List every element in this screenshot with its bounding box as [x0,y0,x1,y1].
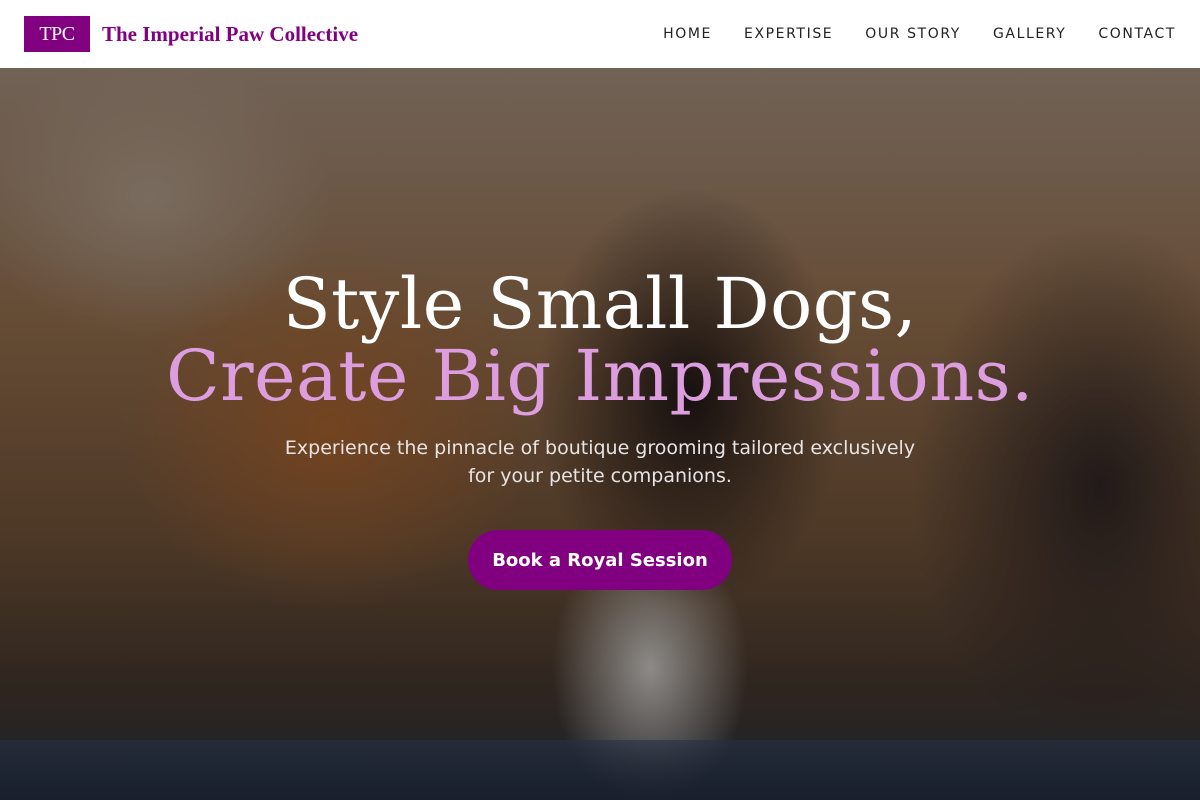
site-header: TPC The Imperial Paw Collective HOME EXP… [0,0,1200,68]
nav-gallery[interactable]: GALLERY [993,26,1066,42]
nav-our-story[interactable]: OUR STORY [865,26,961,42]
hero-headline-line2: Create Big Impressions. [166,335,1034,417]
hero-section: Style Small Dogs, Create Big Impressions… [0,68,1200,800]
hero-content: Style Small Dogs, Create Big Impressions… [0,68,1200,800]
hero-subtitle: Experience the pinnacle of boutique groo… [284,437,916,487]
main-nav: HOME EXPERTISE OUR STORY GALLERY CONTACT [631,26,1176,42]
nav-expertise[interactable]: EXPERTISE [744,26,833,42]
logo-badge: TPC [24,16,90,52]
hero-headline-line1: Style Small Dogs, [282,263,918,345]
nav-contact[interactable]: CONTACT [1098,26,1176,42]
brand-home-link[interactable]: TPC The Imperial Paw Collective [24,16,358,52]
book-session-button[interactable]: Book a Royal Session [468,530,732,590]
nav-home[interactable]: HOME [663,26,712,42]
brand-name: The Imperial Paw Collective [102,21,359,46]
